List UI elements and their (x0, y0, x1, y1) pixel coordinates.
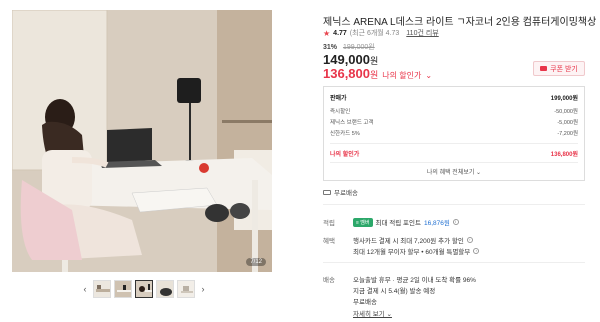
points-text: 최대 적립 포인트 (375, 220, 421, 227)
chevron-right-icon[interactable]: › (466, 237, 473, 243)
delivery-line-1: 오늘출발 휴무 · 평균 2일 이내 도착 확률 96% (353, 277, 476, 284)
breakdown-value: -7,200원 (557, 131, 578, 137)
section-divider (323, 262, 585, 263)
rating-value: 4.77 (333, 29, 347, 37)
delivery-label: 배송 (323, 277, 335, 284)
breakdown-value: -5,000원 (557, 120, 578, 126)
breakdown-label: 판매가 (330, 96, 347, 102)
free-shipping-label: 무료배송 (334, 190, 358, 197)
breakdown-divider (330, 143, 578, 144)
truck-icon (323, 189, 331, 195)
product-main-image[interactable]: 7/12 (12, 10, 272, 272)
review-count-link[interactable]: 110건 리뷰 (406, 28, 438, 38)
my-price-value: 136,800 (323, 66, 370, 81)
sale-price-unit: 원 (370, 56, 379, 66)
breakdown-row: 신한카드 5% -7,200원 (330, 129, 578, 137)
benefit-line-1: 행사카드 결제 시 최대 7,200원 추가 할인 › (353, 235, 473, 245)
breakdown-row: 판매가 199,000원 (330, 93, 578, 102)
discount-rate: 31% (323, 44, 338, 51)
original-price-row: 31% 199,000원 (323, 42, 375, 52)
delivery-line-3: 무료배송 (353, 299, 377, 306)
delivery-detail-link[interactable]: 자세히 보기 ⌄ (353, 308, 392, 318)
coupon-button[interactable]: 쿠폰 받기 (533, 61, 585, 76)
chevron-right-icon[interactable]: › (473, 248, 480, 254)
my-price-unit: 원 (370, 70, 379, 80)
benefit-line-2: 최대 12개월 무이자 할부 • 60개월 특별할부 › (353, 246, 480, 256)
thumbnail-4[interactable] (156, 280, 174, 298)
free-shipping-badge: 무료배송 (323, 187, 358, 197)
coupon-icon (540, 66, 548, 71)
benefit-label: 혜택 (323, 238, 335, 245)
breakdown-divider (330, 162, 578, 163)
breakdown-label: 신한카드 5% (330, 131, 360, 137)
member-badge: ≡ 멤버 (353, 217, 373, 227)
prev-image-button[interactable]: ‹ (80, 284, 90, 294)
breakdown-label: 제닉스 브랜드 고객 (330, 120, 374, 126)
delivery-line-2: 지금 결제 시 5.4(월) 발송 예정 (353, 288, 436, 295)
breakdown-total-label: 나의 할인가 (330, 152, 360, 158)
thumbnail-2[interactable] (114, 280, 132, 298)
my-price-label[interactable]: 나의 할인가 (382, 70, 421, 81)
breakdown-row: 제닉스 브랜드 고객 -5,000원 (330, 118, 578, 126)
info-icon[interactable]: i (452, 219, 459, 225)
benefit-line-1-text: 행사카드 결제 시 최대 7,200원 추가 할인 (353, 238, 464, 245)
thumbnail-1[interactable] (93, 280, 111, 298)
next-image-button[interactable]: › (198, 284, 208, 294)
price-breakdown-box: 판매가 199,000원 즉시할인 -50,000원 제닉스 브랜드 고객 -5… (323, 86, 585, 181)
my-price: 136,800원 (323, 66, 378, 81)
breakdown-row: 즉시할인 -50,000원 (330, 107, 578, 115)
thumbnail-5[interactable] (177, 280, 195, 298)
points-label: 적립 (323, 220, 335, 227)
thumbnail-strip: ‹ › (80, 279, 208, 299)
coupon-button-label: 쿠폰 받기 (550, 65, 578, 73)
chevron-down-icon[interactable]: ⌄ (425, 71, 432, 80)
points-amount: 16,876원 (424, 220, 450, 227)
thumbnail-3[interactable] (135, 280, 153, 298)
view-all-benefits-button[interactable]: 나의 혜택 전체보기 ⌄ (324, 167, 584, 176)
image-counter: 7/12 (246, 258, 266, 266)
rating-note: (최근 6개월 4.73 (349, 30, 400, 37)
original-price: 199,000원 (342, 44, 375, 51)
sale-price-value: 149,000 (323, 52, 370, 67)
product-photo (12, 10, 272, 272)
benefit-line-2-text: 최대 12개월 무이자 할부 • 60개월 특별할부 (353, 249, 471, 256)
rating-row: ★ 4.77 (최근 6개월 4.73 110건 리뷰 (323, 28, 439, 38)
breakdown-value: 199,000원 (550, 96, 578, 102)
section-divider (323, 204, 585, 205)
points-value-row: ≡ 멤버 최대 적립 포인트 16,876원 i (353, 217, 459, 227)
breakdown-value: -50,000원 (554, 109, 578, 115)
star-icon: ★ (323, 28, 331, 38)
sale-price: 149,000원 (323, 52, 378, 67)
breakdown-label: 즉시할인 (330, 109, 351, 115)
breakdown-total-row: 나의 할인가 136,800원 (330, 149, 578, 158)
product-title: 제닉스 ARENA L데스크 라이트 ㄱ자코너 2인용 컴퓨터게이밍책상 (323, 17, 597, 28)
breakdown-total-value: 136,800원 (550, 152, 578, 158)
my-price-row: 136,800원 나의 할인가 ⌄ (323, 66, 432, 81)
